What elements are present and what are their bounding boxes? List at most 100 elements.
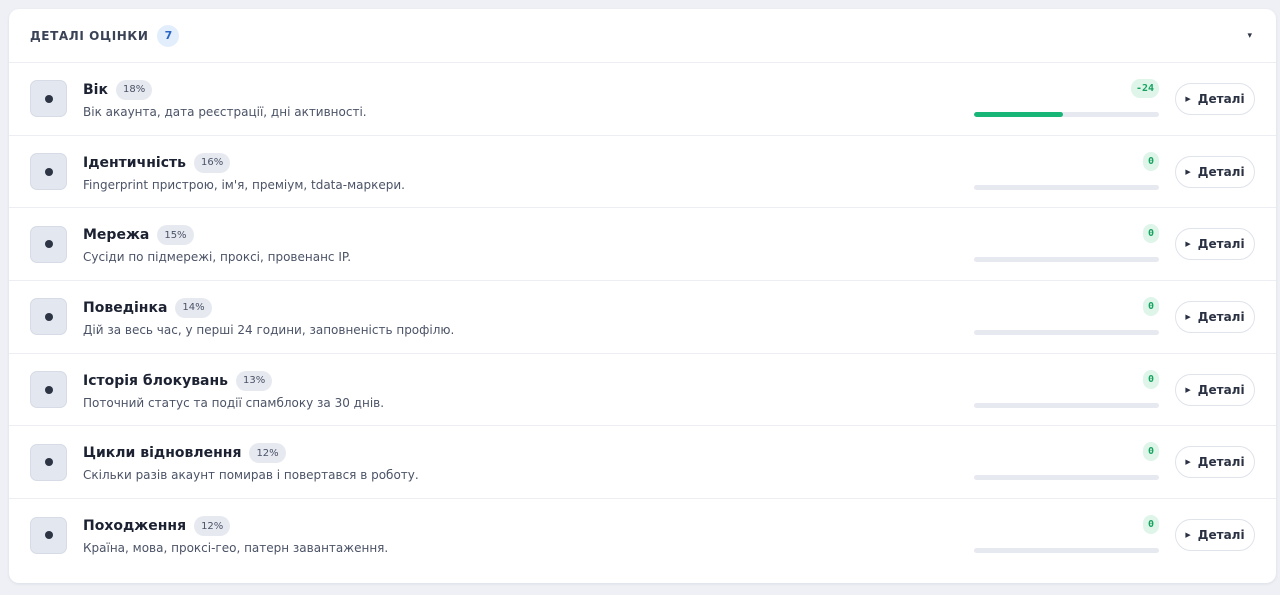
score-badge: 0 [1142, 151, 1159, 171]
criteria-title: Історія блокувань [83, 372, 229, 389]
details-button[interactable]: ▶ Деталі [1175, 82, 1255, 115]
score-area: 0 [974, 369, 1159, 410]
criteria-icon [30, 153, 67, 191]
criteria-text: Ідентичність 16% Fingerprint пристрою, і… [83, 152, 974, 192]
criteria-description: Fingerprint пристрою, ім'я, преміум, tda… [83, 177, 405, 192]
criteria-text: Мережа 15% Сусіди по підмережі, проксі, … [83, 224, 974, 264]
criteria-title: Походження [83, 518, 187, 535]
weight-badge: 15% [157, 225, 194, 246]
criteria-row: Походження 12% Країна, мова, проксі-гео,… [9, 499, 1276, 572]
details-button-label: Деталі [1197, 455, 1245, 470]
score-badge: 0 [1142, 515, 1159, 535]
score-area: 0 [974, 151, 1159, 192]
criteria-title: Цикли відновлення [83, 445, 242, 462]
criteria-title-line: Ідентичність 16% [83, 152, 974, 174]
score-badge: -24 [1130, 78, 1159, 98]
card-title: ДЕТАЛІ ОЦІНКИ [30, 28, 149, 43]
caret-right-icon: ▶ [1185, 167, 1191, 176]
criteria-text: Походження 12% Країна, мова, проксі-гео,… [83, 515, 974, 555]
progress-track [974, 475, 1159, 481]
score-area: 0 [974, 442, 1159, 482]
criteria-description: Сусіди по підмережі, проксі, провенанс I… [83, 250, 352, 265]
criteria-row: Вік 18% Вік акаунта, дата реєстрації, дн… [9, 63, 1276, 136]
criteria-row: Поведінка 14% Дій за весь час, у перші 2… [9, 281, 1276, 354]
count-badge: 7 [157, 24, 180, 47]
criteria-text: Вік 18% Вік акаунта, дата реєстрації, дн… [83, 79, 974, 119]
progress-track [974, 548, 1159, 554]
criteria-row: Мережа 15% Сусіди по підмережі, проксі, … [9, 208, 1276, 282]
weight-badge: 14% [175, 297, 212, 318]
caret-right-icon: ▶ [1185, 240, 1191, 249]
dot-icon [44, 312, 53, 321]
criteria-title: Поведінка [83, 299, 168, 316]
score-area: 0 [974, 515, 1159, 555]
criteria-title-line: Мережа 15% [83, 224, 974, 246]
details-button-label: Деталі [1197, 528, 1245, 543]
score-area: -24 [974, 78, 1159, 119]
dot-icon [44, 240, 53, 249]
details-button[interactable]: ▶ Деталі [1175, 300, 1255, 333]
dot-icon [44, 458, 53, 467]
criteria-description: Країна, мова, проксі-гео, патерн заванта… [83, 541, 389, 556]
criteria-icon [30, 298, 67, 336]
criteria-row: Цикли відновлення 12% Скільки разів акау… [9, 426, 1276, 500]
criteria-title-line: Поведінка 14% [83, 297, 974, 319]
details-button[interactable]: ▶ Деталі [1175, 373, 1255, 406]
criteria-icon [30, 516, 67, 554]
dot-icon [44, 531, 53, 540]
details-button-label: Деталі [1197, 91, 1245, 106]
details-button[interactable]: ▶ Деталі [1175, 228, 1255, 261]
criteria-row: Історія блокувань 13% Поточний статус та… [9, 354, 1276, 427]
criteria-description: Поточний статус та події спамблоку за 30… [83, 395, 385, 410]
score-area: 0 [974, 224, 1159, 264]
details-button[interactable]: ▶ Деталі [1175, 155, 1255, 188]
progress-track [974, 402, 1159, 408]
score-badge: 0 [1142, 296, 1159, 316]
score-badge: 0 [1142, 224, 1159, 244]
score-badge: 0 [1142, 442, 1159, 462]
progress-track [974, 111, 1159, 117]
criteria-description: Вік акаунта, дата реєстрації, дні активн… [83, 104, 367, 119]
dot-icon [44, 167, 53, 176]
caret-right-icon: ▶ [1185, 94, 1191, 103]
criteria-title: Ідентичність [83, 154, 186, 171]
criteria-title-line: Історія блокувань 13% [83, 370, 974, 392]
weight-badge: 12% [194, 516, 231, 537]
card-header[interactable]: ДЕТАЛІ ОЦІНКИ 7 ▾ [9, 9, 1276, 63]
details-button[interactable]: ▶ Деталі [1175, 446, 1255, 479]
progress-track [974, 184, 1159, 190]
chevron-down-icon[interactable]: ▾ [1247, 31, 1252, 41]
caret-right-icon: ▶ [1185, 385, 1191, 394]
criteria-title-line: Цикли відновлення 12% [83, 442, 974, 464]
criteria-text: Історія блокувань 13% Поточний статус та… [83, 370, 974, 410]
details-button-label: Деталі [1197, 382, 1245, 397]
dot-icon [44, 94, 53, 103]
details-button-label: Деталі [1197, 309, 1245, 324]
criteria-text: Цикли відновлення 12% Скільки разів акау… [83, 442, 974, 482]
criteria-list: Вік 18% Вік акаунта, дата реєстрації, дн… [9, 63, 1276, 572]
score-badge: 0 [1142, 369, 1159, 389]
criteria-row: Ідентичність 16% Fingerprint пристрою, і… [9, 136, 1276, 209]
progress-fill [974, 111, 1063, 117]
caret-right-icon: ▶ [1185, 531, 1191, 540]
criteria-title: Вік [83, 81, 108, 98]
progress-track [974, 329, 1159, 335]
criteria-description: Скільки разів акаунт помирав і повертавс… [83, 468, 419, 483]
criteria-icon [30, 80, 67, 118]
progress-track [974, 257, 1159, 263]
weight-badge: 12% [249, 443, 286, 464]
criteria-title-line: Вік 18% [83, 79, 974, 101]
details-button-label: Деталі [1197, 237, 1245, 252]
weight-badge: 16% [193, 152, 231, 173]
weight-badge: 13% [236, 370, 273, 391]
criteria-icon [30, 371, 67, 409]
caret-right-icon: ▶ [1185, 312, 1191, 321]
criteria-title-line: Походження 12% [83, 515, 974, 537]
dot-icon [44, 385, 53, 394]
details-button-label: Деталі [1197, 164, 1245, 179]
score-details-card: ДЕТАЛІ ОЦІНКИ 7 ▾ Вік 18% Вік акаунта, д… [9, 9, 1276, 583]
weight-badge: 18% [115, 79, 153, 100]
criteria-title: Мережа [83, 227, 150, 244]
criteria-icon [30, 443, 67, 481]
details-button[interactable]: ▶ Деталі [1175, 519, 1255, 552]
